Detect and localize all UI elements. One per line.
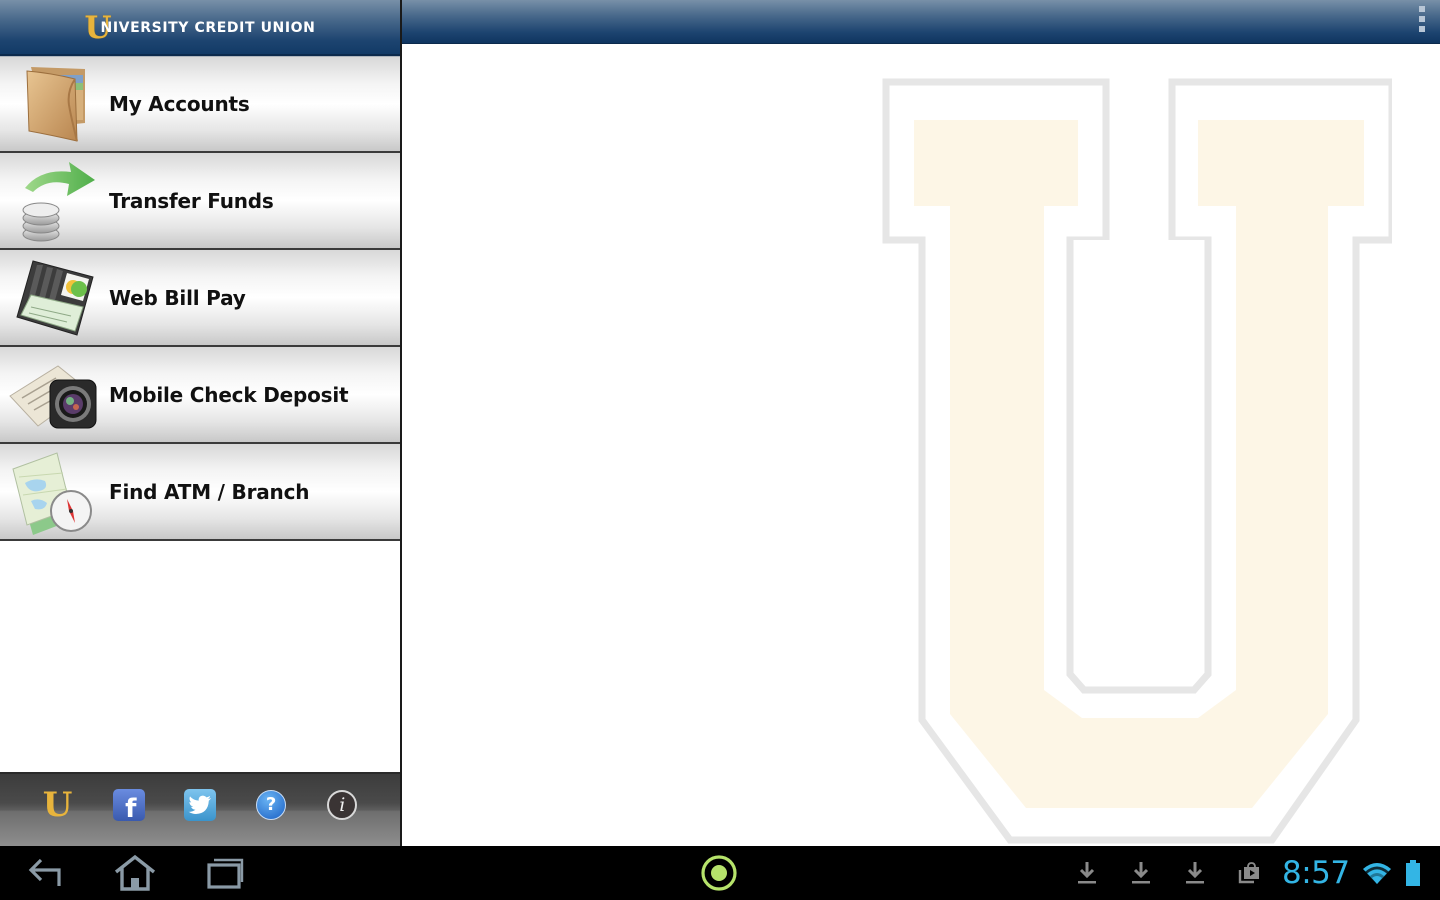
info-icon: i	[327, 790, 358, 820]
action-bar	[402, 0, 1440, 44]
menu-item-label: Mobile Check Deposit	[109, 382, 349, 407]
social-toolbar: U f ? i	[0, 772, 400, 846]
download-icon	[1132, 862, 1150, 884]
wallet-icon	[6, 59, 100, 149]
battery-icon	[1406, 860, 1420, 886]
help-button[interactable]: ?	[251, 785, 291, 825]
facebook-button[interactable]: f	[109, 785, 149, 825]
wifi-status[interactable]	[1360, 846, 1394, 900]
content-pane	[402, 0, 1440, 846]
info-button[interactable]: i	[322, 785, 362, 825]
download-notification-3[interactable]	[1180, 846, 1210, 900]
menu-item-my-accounts[interactable]: My Accounts	[0, 56, 400, 153]
back-icon	[28, 858, 61, 886]
recent-apps-button[interactable]	[200, 846, 250, 900]
home-icon	[114, 854, 156, 891]
back-button[interactable]	[22, 846, 68, 900]
play-store-icon	[1238, 862, 1259, 884]
checkbook-icon	[6, 253, 100, 343]
play-store-notification[interactable]	[1234, 846, 1264, 900]
u-logo-icon: U	[42, 785, 73, 825]
home-button[interactable]	[110, 846, 160, 900]
camera-check-icon	[6, 350, 100, 440]
download-notification-1[interactable]	[1072, 846, 1102, 900]
brand-header: U NIVERSITY CREDIT UNION	[0, 0, 400, 56]
map-compass-icon	[6, 447, 100, 537]
menu-item-find-atm-branch[interactable]: Find ATM / Branch	[0, 444, 400, 541]
menu-item-label: Find ATM / Branch	[109, 479, 310, 504]
navigation-panel: U NIVERSITY CREDIT UNION My Accounts Tra…	[0, 0, 402, 846]
download-icon	[1078, 862, 1096, 884]
recent-apps-icon	[207, 858, 244, 889]
help-icon: ?	[256, 790, 287, 820]
brand-logo: U NIVERSITY CREDIT UNION	[85, 12, 316, 43]
download-notification-2[interactable]	[1126, 846, 1156, 900]
battery-status[interactable]	[1400, 846, 1426, 900]
menu-item-label: Web Bill Pay	[109, 285, 246, 310]
twitter-button[interactable]	[180, 785, 220, 825]
ucu-home-button[interactable]: U	[38, 785, 78, 825]
wifi-icon	[1363, 863, 1391, 884]
facebook-icon: f	[112, 789, 145, 822]
transfer-coins-icon	[6, 156, 100, 246]
main-menu: My Accounts Transfer Funds Web Bill Pay …	[0, 56, 400, 541]
menu-item-web-bill-pay[interactable]: Web Bill Pay	[0, 250, 400, 347]
menu-item-transfer-funds[interactable]: Transfer Funds	[0, 153, 400, 250]
circle-home-icon	[701, 855, 737, 891]
download-icon	[1186, 862, 1204, 884]
menu-item-label: Transfer Funds	[109, 188, 274, 213]
twitter-icon	[183, 789, 216, 821]
brand-name: NIVERSITY CREDIT UNION	[100, 20, 316, 36]
launcher-button[interactable]	[698, 846, 740, 900]
android-system-bar: 8:57	[0, 846, 1440, 900]
clock[interactable]: 8:57	[1282, 855, 1350, 891]
menu-item-mobile-check-deposit[interactable]: Mobile Check Deposit	[0, 347, 400, 444]
menu-item-label: My Accounts	[109, 92, 250, 116]
u-watermark-logo	[882, 78, 1392, 844]
overflow-menu-icon[interactable]	[1416, 6, 1428, 32]
